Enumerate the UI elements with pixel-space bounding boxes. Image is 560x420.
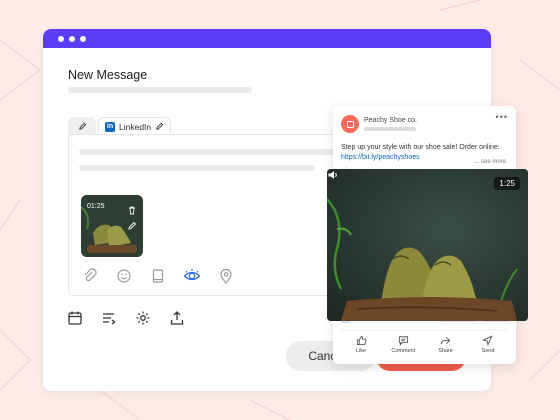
window-titlebar bbox=[43, 29, 491, 48]
attachment-icon[interactable] bbox=[81, 267, 99, 285]
thumbs-up-icon bbox=[356, 335, 366, 346]
comment-label: Comment bbox=[391, 348, 416, 354]
gear-icon[interactable] bbox=[134, 309, 152, 327]
location-icon[interactable] bbox=[217, 267, 235, 285]
tab-edit[interactable] bbox=[68, 117, 96, 135]
share-button[interactable]: Share bbox=[426, 335, 466, 354]
linkedin-icon: in bbox=[105, 121, 115, 132]
comment-button[interactable]: Comment bbox=[383, 335, 423, 354]
compose-toolbar bbox=[66, 309, 186, 327]
pencil-icon bbox=[78, 122, 86, 130]
window-dot bbox=[69, 35, 75, 42]
emoji-icon[interactable] bbox=[115, 267, 133, 285]
calendar-icon[interactable] bbox=[66, 309, 84, 327]
text-placeholder bbox=[79, 149, 364, 155]
send-post-button[interactable]: Send bbox=[468, 335, 508, 354]
send-icon bbox=[482, 335, 493, 346]
more-options-icon[interactable]: ••• bbox=[496, 112, 508, 122]
book-icon[interactable] bbox=[149, 267, 167, 285]
like-button[interactable]: Like bbox=[341, 335, 381, 354]
pencil-icon[interactable] bbox=[155, 122, 164, 131]
video-preview[interactable]: 1:25 bbox=[327, 169, 528, 321]
send-label: Send bbox=[481, 348, 495, 354]
volume-icon[interactable] bbox=[327, 169, 339, 181]
trash-icon[interactable] bbox=[127, 205, 137, 215]
text-placeholder bbox=[79, 165, 315, 171]
upload-icon[interactable] bbox=[168, 309, 186, 327]
subtitle-placeholder bbox=[68, 87, 252, 93]
media-thumbnail[interactable]: 01:25 bbox=[81, 195, 143, 257]
page-name: Peachy Shoe co. bbox=[364, 117, 417, 124]
post-actions: Like Comment Share Send bbox=[341, 335, 508, 354]
divider bbox=[341, 329, 508, 330]
preview-eye-icon[interactable] bbox=[183, 267, 201, 285]
post-body: Step up your style with our shoe sale! O… bbox=[341, 144, 500, 151]
like-label: Like bbox=[355, 348, 367, 354]
video-duration: 1:25 bbox=[494, 177, 520, 190]
comment-icon bbox=[398, 336, 408, 346]
queue-icon[interactable] bbox=[100, 309, 118, 327]
editor-toolbar bbox=[81, 267, 235, 285]
tab-linkedin-label: LinkedIn bbox=[119, 121, 152, 132]
shoe-video-frame bbox=[327, 169, 528, 321]
brand-avatar bbox=[341, 115, 359, 133]
share-icon bbox=[441, 336, 451, 345]
window-dot bbox=[80, 35, 86, 42]
share-label: Share bbox=[438, 348, 453, 354]
tab-linkedin[interactable]: in LinkedIn bbox=[98, 117, 172, 135]
window-dot bbox=[58, 35, 64, 42]
media-duration: 01:25 bbox=[87, 203, 105, 210]
message-editor[interactable]: 01:25 bbox=[68, 134, 368, 296]
compose-title: New Message bbox=[68, 68, 148, 82]
see-more-link[interactable]: ... see more bbox=[474, 159, 506, 165]
pencil-icon[interactable] bbox=[127, 221, 137, 231]
meta-placeholder bbox=[364, 127, 416, 131]
